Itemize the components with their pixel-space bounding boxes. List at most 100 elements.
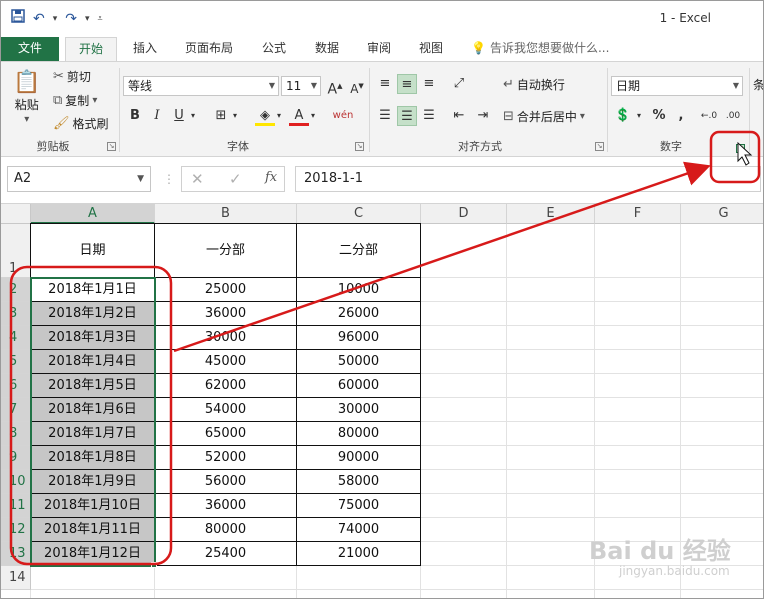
value-cell[interactable]: 75000 (297, 494, 421, 518)
align-top-icon[interactable]: ≡ (375, 74, 395, 94)
cancel-icon[interactable]: ✕ (191, 170, 204, 188)
date-cell[interactable]: 2018年1月12日 (31, 542, 155, 566)
font-size-select[interactable]: 11 ▼ (281, 76, 321, 96)
tab-page-layout[interactable]: 页面布局 (177, 37, 241, 61)
row-header-12[interactable]: 12 (1, 518, 31, 542)
column-header-c[interactable]: C (297, 204, 421, 224)
comma-button[interactable]: , (671, 106, 691, 126)
column-header-f[interactable]: F (595, 204, 681, 224)
align-bottom-icon[interactable]: ≡ (419, 74, 439, 94)
increase-indent-icon[interactable]: ⇥ (473, 106, 493, 126)
header-cell-branch-1[interactable]: 一分部 (155, 224, 297, 278)
date-cell[interactable]: 2018年1月3日 (31, 326, 155, 350)
tab-review[interactable]: 审阅 (359, 37, 399, 61)
row-header-4[interactable]: 4 (1, 326, 31, 350)
value-cell[interactable]: 62000 (155, 374, 297, 398)
tab-formulas[interactable]: 公式 (255, 37, 293, 61)
value-cell[interactable]: 36000 (155, 302, 297, 326)
italic-button[interactable]: I (147, 106, 167, 126)
date-cell[interactable]: 2018年1月5日 (31, 374, 155, 398)
save-icon[interactable] (11, 9, 25, 28)
align-right-icon[interactable]: ☰ (419, 106, 439, 126)
value-cell[interactable]: 90000 (297, 446, 421, 470)
format-painter-button[interactable]: 🖌 格式刷 (53, 115, 109, 132)
border-icon[interactable]: ⊞ (211, 106, 231, 126)
decrease-font-icon[interactable]: A▼ (347, 76, 367, 96)
phonetic-icon[interactable]: wén (329, 106, 357, 126)
value-cell[interactable]: 25000 (155, 278, 297, 302)
number-format-select[interactable]: 日期 ▼ (611, 76, 743, 96)
underline-button[interactable]: U (169, 106, 189, 126)
value-cell[interactable]: 56000 (155, 470, 297, 494)
redo-dropdown-icon[interactable]: ▾ (85, 10, 90, 28)
font-color-icon[interactable]: A (289, 106, 309, 126)
enter-icon[interactable]: ✓ (229, 170, 242, 188)
value-cell[interactable]: 21000 (297, 542, 421, 566)
header-cell-branch-2[interactable]: 二分部 (297, 224, 421, 278)
row-header-11[interactable]: 11 (1, 494, 31, 518)
formula-input[interactable]: 2018-1-1 (295, 166, 761, 192)
value-cell[interactable]: 80000 (155, 518, 297, 542)
row-header-14[interactable]: 14 (1, 566, 31, 590)
align-left-icon[interactable]: ☰ (375, 106, 395, 126)
date-cell[interactable]: 2018年1月9日 (31, 470, 155, 494)
column-header-d[interactable]: D (421, 204, 507, 224)
chevron-down-icon[interactable]: ▾ (187, 106, 199, 126)
column-header-a[interactable]: A (31, 204, 155, 224)
row-header-9[interactable]: 9 (1, 446, 31, 470)
value-cell[interactable]: 65000 (155, 422, 297, 446)
clipboard-launcher-icon[interactable]: ↘ (107, 142, 116, 151)
undo-icon[interactable]: ↶ (33, 10, 45, 28)
percent-button[interactable]: % (649, 106, 669, 126)
font-launcher-icon[interactable]: ↘ (355, 142, 364, 151)
orientation-icon[interactable]: ⤢ (449, 74, 469, 94)
row-header-7[interactable]: 7 (1, 398, 31, 422)
increase-decimal-icon[interactable]: ←.0 (699, 106, 719, 126)
column-header-b[interactable]: B (155, 204, 297, 224)
name-box[interactable]: A2 ▼ (7, 166, 151, 192)
row-header-5[interactable]: 5 (1, 350, 31, 374)
header-cell-date[interactable]: 日期 (31, 224, 155, 278)
value-cell[interactable]: 74000 (297, 518, 421, 542)
value-cell[interactable]: 26000 (297, 302, 421, 326)
number-launcher-icon[interactable]: ↘ (736, 144, 745, 153)
select-all-corner[interactable] (1, 204, 31, 224)
value-cell[interactable]: 25400 (155, 542, 297, 566)
increase-font-icon[interactable]: A▲ (325, 76, 345, 98)
conditional-format-partial[interactable]: 条 (753, 76, 763, 93)
value-cell[interactable]: 96000 (297, 326, 421, 350)
date-cell[interactable]: 2018年1月7日 (31, 422, 155, 446)
value-cell[interactable]: 30000 (297, 398, 421, 422)
row-header-2[interactable]: 2 (1, 278, 31, 302)
value-cell[interactable]: 45000 (155, 350, 297, 374)
customize-qat-icon[interactable]: ⩡ (98, 10, 103, 28)
date-cell[interactable]: 2018年1月1日 (31, 278, 155, 302)
column-header-e[interactable]: E (507, 204, 595, 224)
tab-view[interactable]: 视图 (411, 37, 451, 61)
column-header-g[interactable]: G (681, 204, 763, 224)
value-cell[interactable]: 52000 (155, 446, 297, 470)
chevron-down-icon[interactable]: ▾ (229, 106, 241, 126)
tab-insert[interactable]: 插入 (125, 37, 165, 61)
decrease-indent-icon[interactable]: ⇤ (449, 106, 469, 126)
value-cell[interactable]: 60000 (297, 374, 421, 398)
row-header-6[interactable]: 6 (1, 374, 31, 398)
value-cell[interactable]: 58000 (297, 470, 421, 494)
row-header-1[interactable]: 1 (1, 224, 31, 278)
wrap-text-button[interactable]: ↵ 自动换行 (503, 76, 565, 93)
row-header-8[interactable]: 8 (1, 422, 31, 446)
value-cell[interactable]: 80000 (297, 422, 421, 446)
tab-data[interactable]: 数据 (307, 37, 347, 61)
align-center-icon[interactable]: ☰ (397, 106, 417, 126)
value-cell[interactable]: 50000 (297, 350, 421, 374)
undo-dropdown-icon[interactable]: ▾ (53, 10, 58, 28)
font-name-select[interactable]: 等线 ▼ (123, 76, 279, 96)
row-header-10[interactable]: 10 (1, 470, 31, 494)
redo-icon[interactable]: ↷ (65, 10, 77, 28)
date-cell[interactable]: 2018年1月2日 (31, 302, 155, 326)
fill-color-icon[interactable]: ◈ (255, 106, 275, 126)
value-cell[interactable]: 54000 (155, 398, 297, 422)
chevron-down-icon[interactable]: ▾ (273, 106, 285, 126)
decrease-decimal-icon[interactable]: .00 (723, 106, 743, 126)
tab-home[interactable]: 开始 (65, 37, 117, 61)
